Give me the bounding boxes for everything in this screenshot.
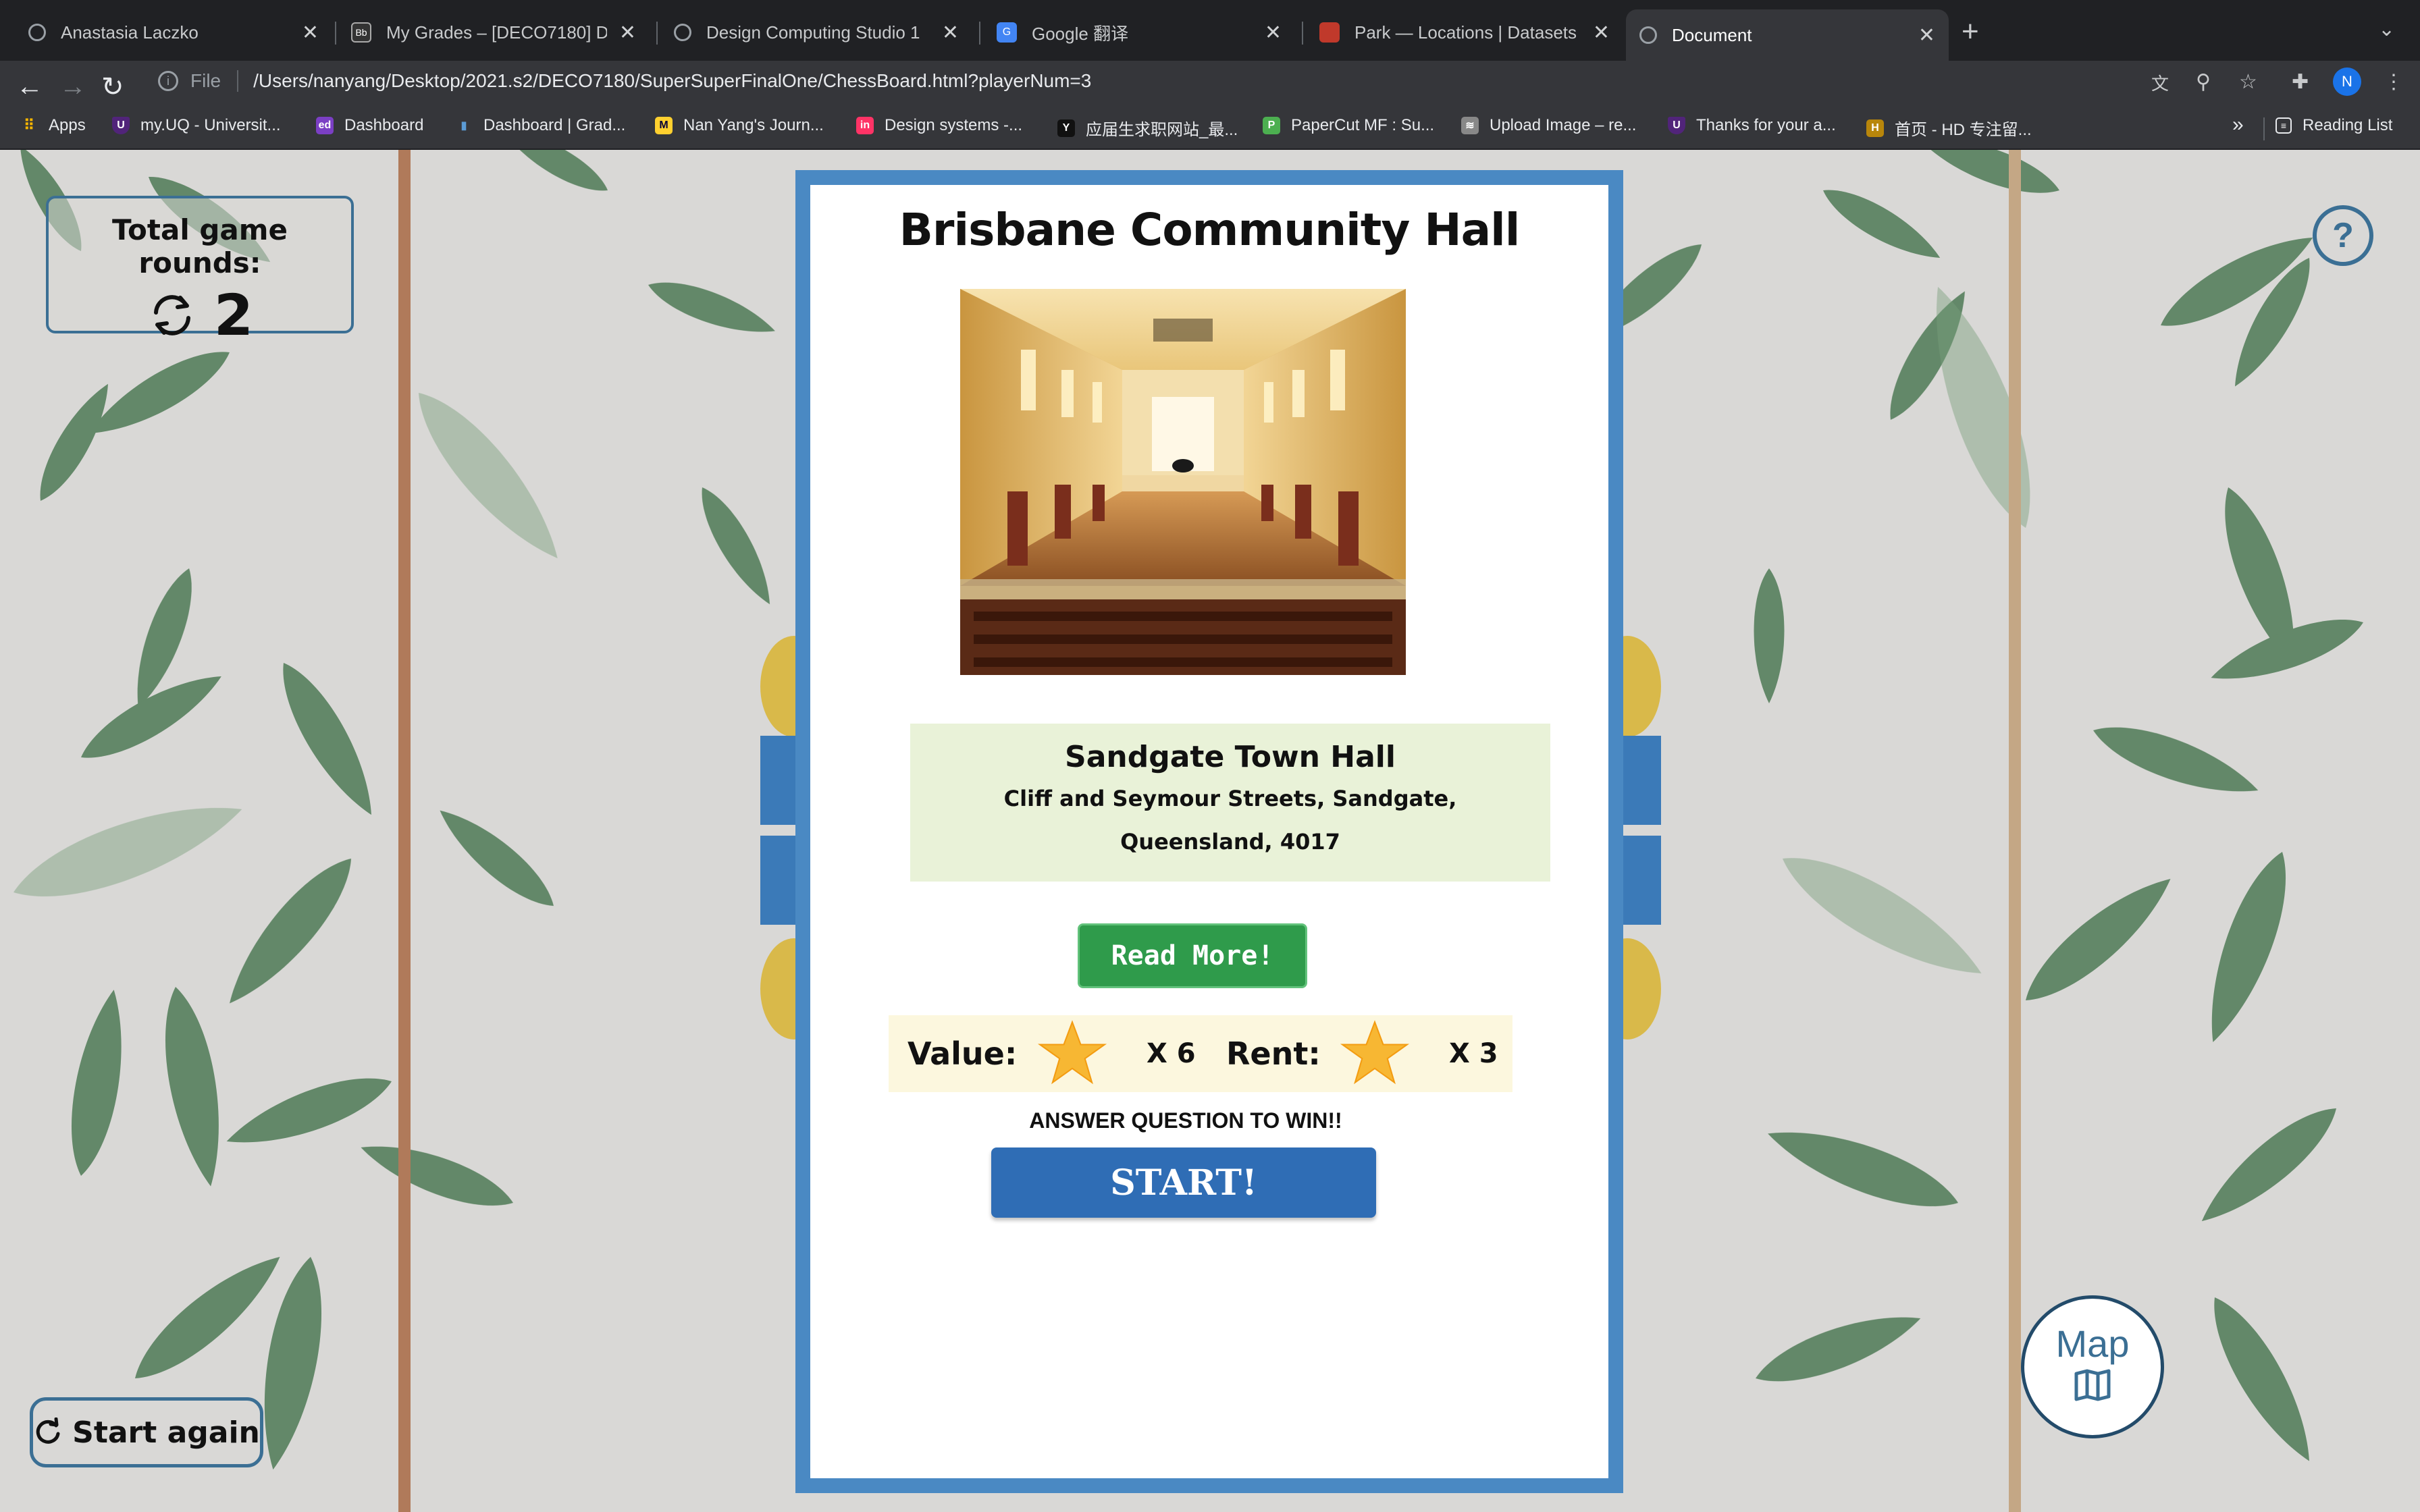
tab-separator: [656, 22, 658, 45]
browser-tab-bar: Anastasia Laczko ✕ Bb My Grades – [DECO7…: [0, 0, 2420, 61]
tab-separator: [1302, 22, 1303, 45]
rent-star-icon: [1340, 1020, 1410, 1085]
uq-shield-icon: U: [1668, 117, 1685, 134]
bookmark-my-uq[interactable]: U my.UQ - Universit...: [112, 116, 281, 135]
google-translate-icon: G: [997, 22, 1017, 43]
refresh-cycle-icon: [153, 295, 190, 335]
start-again-label: Start again: [72, 1415, 260, 1450]
back-arrow-icon[interactable]: ←: [16, 72, 43, 102]
papercut-icon: P: [1263, 117, 1280, 134]
decorative-pole-left: [398, 150, 411, 1512]
tab-separator: [979, 22, 980, 45]
tab-search-chevron-icon[interactable]: ⌄: [2378, 18, 2395, 41]
question-mark-icon: ?: [2332, 216, 2354, 255]
rent-label: Rent:: [1226, 1035, 1321, 1072]
uq-shield-icon: U: [112, 117, 130, 134]
translate-icon[interactable]: 文: [2151, 70, 2169, 95]
datasets-icon: [1319, 22, 1340, 43]
stack-layers-icon: ≋: [1461, 117, 1479, 134]
game-page: Total game rounds: 2 ? Brisbane Communit…: [0, 150, 2420, 1512]
bookmark-star-icon[interactable]: ☆: [2239, 70, 2257, 94]
bookmarks-bar: ⠿ Apps U my.UQ - Universit... ed Dashboa…: [0, 108, 2420, 150]
bookmark-design-systems[interactable]: in Design systems -...: [856, 116, 1022, 135]
kebab-menu-icon[interactable]: ⋮: [2384, 70, 2404, 94]
value-rent-panel: Value: X 6 Rent: X 3: [889, 1015, 1512, 1092]
restart-icon: [36, 1418, 60, 1444]
bookmark-hd-home[interactable]: H 首页 - HD 专注留...: [1866, 116, 2032, 140]
rent-multiplier: X 3: [1449, 1038, 1498, 1069]
globe-icon: [674, 24, 691, 41]
tab-anastasia[interactable]: Anastasia Laczko ✕: [15, 9, 332, 55]
globe-icon: [28, 24, 46, 41]
blackboard-icon: Bb: [351, 22, 371, 43]
map-button[interactable]: Map: [2021, 1295, 2164, 1438]
new-tab-icon[interactable]: +: [1962, 15, 1979, 49]
zoom-icon[interactable]: ⚲: [2196, 70, 2211, 94]
place-name: Sandgate Town Hall: [1065, 740, 1396, 774]
property-card-modal: Brisbane Community Hall Sandgate Town Ha…: [795, 170, 1623, 1493]
answer-prompt: ANSWER QUESTION TO WIN!!: [1029, 1108, 1342, 1133]
start-again-button[interactable]: Start again: [30, 1397, 263, 1467]
apps-grid-icon: ⠿: [23, 117, 35, 134]
town-hall-photo: [960, 289, 1406, 675]
reload-icon[interactable]: ↻: [101, 72, 124, 103]
address-separator: [237, 70, 239, 92]
bookmark-papercut[interactable]: P PaperCut MF : Su...: [1263, 116, 1434, 135]
value-label: Value:: [908, 1035, 1018, 1072]
close-tab-icon[interactable]: ✕: [1265, 21, 1282, 45]
reading-list-icon: ≡: [2276, 117, 2292, 134]
reading-list-button[interactable]: ≡ Reading List: [2276, 116, 2392, 135]
start-button[interactable]: START!: [991, 1148, 1376, 1218]
close-tab-icon[interactable]: ✕: [302, 21, 319, 45]
profile-avatar[interactable]: N: [2333, 68, 2361, 96]
card-title: Brisbane Community Hall: [899, 204, 1521, 256]
forward-arrow-icon[interactable]: →: [59, 72, 86, 102]
bookmark-job-site[interactable]: Y 应届生求职网站_最...: [1057, 116, 1238, 140]
decorative-pole-right: [2009, 150, 2021, 1512]
tab-google-translate[interactable]: G Google 翻译 ✕: [983, 9, 1295, 55]
invision-icon: in: [856, 117, 874, 134]
rounds-value: 2: [213, 282, 254, 348]
help-button[interactable]: ?: [2313, 205, 2373, 266]
location-info-box: Sandgate Town Hall Cliff and Seymour Str…: [910, 724, 1550, 882]
rounds-label: Total game rounds:: [111, 213, 288, 279]
tab-document[interactable]: Document ✕: [1626, 9, 1949, 61]
extensions-puzzle-icon[interactable]: ✚: [2292, 70, 2309, 94]
close-tab-icon[interactable]: ✕: [942, 21, 959, 45]
globe-icon: [1639, 26, 1657, 44]
close-tab-icon[interactable]: ✕: [1918, 24, 1935, 47]
bookmark-divider: [2263, 117, 2265, 140]
read-more-button[interactable]: Read More!: [1078, 923, 1307, 988]
more-bookmarks-chevron-icon[interactable]: »: [2232, 113, 2244, 136]
hd-icon: H: [1866, 119, 1884, 137]
tab-separator: [335, 22, 336, 45]
bookmark-nan-yang-journal[interactable]: M Nan Yang's Journ...: [655, 116, 824, 135]
ed-icon: ed: [316, 117, 334, 134]
value-multiplier: X 6: [1147, 1038, 1196, 1069]
address-bar[interactable]: i File /Users/nanyang/Desktop/2021.s2/DE…: [144, 65, 2258, 97]
close-tab-icon[interactable]: ✕: [1593, 21, 1610, 45]
bookmark-upload-image[interactable]: ≋ Upload Image – re...: [1461, 116, 1636, 135]
tab-design-computing[interactable]: Design Computing Studio 1 ✕: [660, 9, 972, 55]
bookmark-apps[interactable]: ⠿ Apps: [20, 116, 86, 135]
tab-my-grades[interactable]: Bb My Grades – [DECO7180] Desi ✕: [338, 9, 650, 55]
address-line-2: Queensland, 4017: [1120, 829, 1340, 855]
bar-chart-icon: ▮: [461, 120, 467, 132]
total-rounds-panel: Total game rounds: 2: [46, 196, 354, 348]
address-line-1: Cliff and Seymour Streets, Sandgate,: [1003, 786, 1457, 811]
map-label: Map: [2055, 1322, 2130, 1365]
map-book-icon: [2074, 1369, 2111, 1401]
address-url[interactable]: /Users/nanyang/Desktop/2021.s2/DECO7180/…: [253, 70, 1091, 92]
close-tab-icon[interactable]: ✕: [619, 21, 636, 45]
value-star-icon: [1037, 1020, 1107, 1085]
info-icon[interactable]: i: [158, 71, 178, 91]
bookmark-dashboard[interactable]: ed Dashboard: [316, 116, 423, 135]
bookmark-dashboard-grad[interactable]: ▮ Dashboard | Grad...: [455, 116, 626, 135]
tab-park-locations[interactable]: Park — Locations | Datasets | c ✕: [1306, 9, 1623, 55]
miro-icon: M: [655, 117, 673, 134]
bookmark-thanks[interactable]: U Thanks for your a...: [1668, 116, 1836, 135]
job-site-icon: Y: [1057, 119, 1075, 137]
